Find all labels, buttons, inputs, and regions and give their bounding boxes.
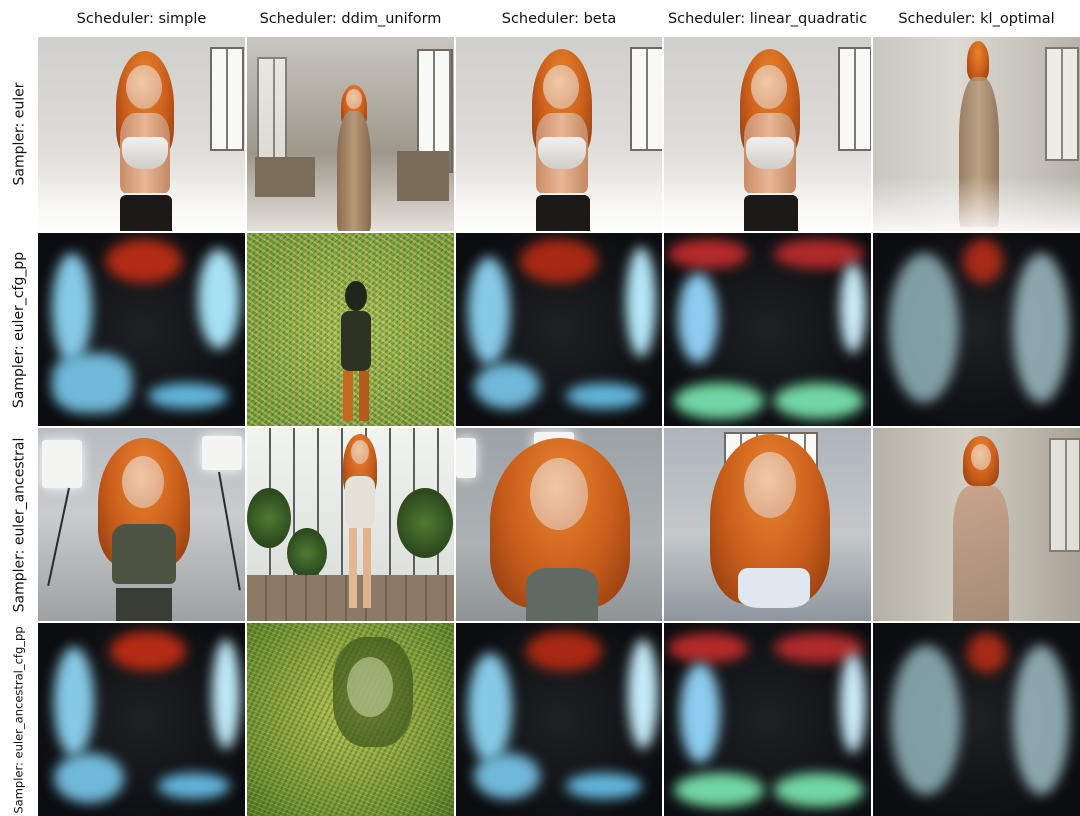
image-euler-cfg-pp-linear-quadratic	[664, 233, 871, 426]
row-label-euler-ancestral: Sampler: euler_ancestral	[11, 437, 27, 612]
image-euler-ancestral-cfg-pp-beta	[456, 623, 662, 816]
row-label-euler-cfg-pp: Sampler: euler_cfg_pp	[11, 251, 28, 408]
column-header-linear-quadratic: Scheduler: linear_quadratic	[667, 10, 868, 27]
image-euler-ancestral-cfg-pp-kl-optimal	[873, 623, 1080, 816]
image-euler-ancestral-cfg-pp-linear-quadratic	[664, 623, 871, 816]
column-header-ddim-uniform: Scheduler: ddim_uniform	[259, 10, 442, 27]
image-euler-ancestral-simple	[38, 428, 245, 621]
column-header-beta: Scheduler: beta	[501, 10, 617, 27]
image-euler-cfg-pp-ddim-uniform	[247, 233, 454, 426]
image-euler-ancestral-cfg-pp-simple	[38, 623, 245, 816]
image-euler-cfg-pp-beta	[456, 233, 662, 426]
image-euler-ancestral-cfg-pp-ddim-uniform	[247, 623, 454, 816]
image-euler-beta	[456, 37, 662, 231]
image-euler-ancestral-linear-quadratic	[664, 428, 871, 621]
image-euler-simple	[38, 37, 245, 231]
row-label-euler: Sampler: euler	[11, 82, 28, 186]
column-header-simple: Scheduler: simple	[76, 10, 207, 27]
image-euler-linear-quadratic	[664, 37, 871, 231]
image-euler-ddim-uniform	[247, 37, 454, 231]
image-euler-ancestral-ddim-uniform	[247, 428, 454, 621]
row-label-euler-ancestral-cfg-pp: Sampler: euler_ancestral_cfg_pp	[12, 625, 27, 814]
image-euler-ancestral-beta	[456, 428, 662, 621]
column-header-kl-optimal: Scheduler: kl_optimal	[898, 10, 1055, 27]
image-euler-cfg-pp-kl-optimal	[873, 233, 1080, 426]
image-euler-ancestral-kl-optimal	[873, 428, 1080, 621]
image-euler-cfg-pp-simple	[38, 233, 245, 426]
image-euler-kl-optimal	[873, 37, 1080, 231]
